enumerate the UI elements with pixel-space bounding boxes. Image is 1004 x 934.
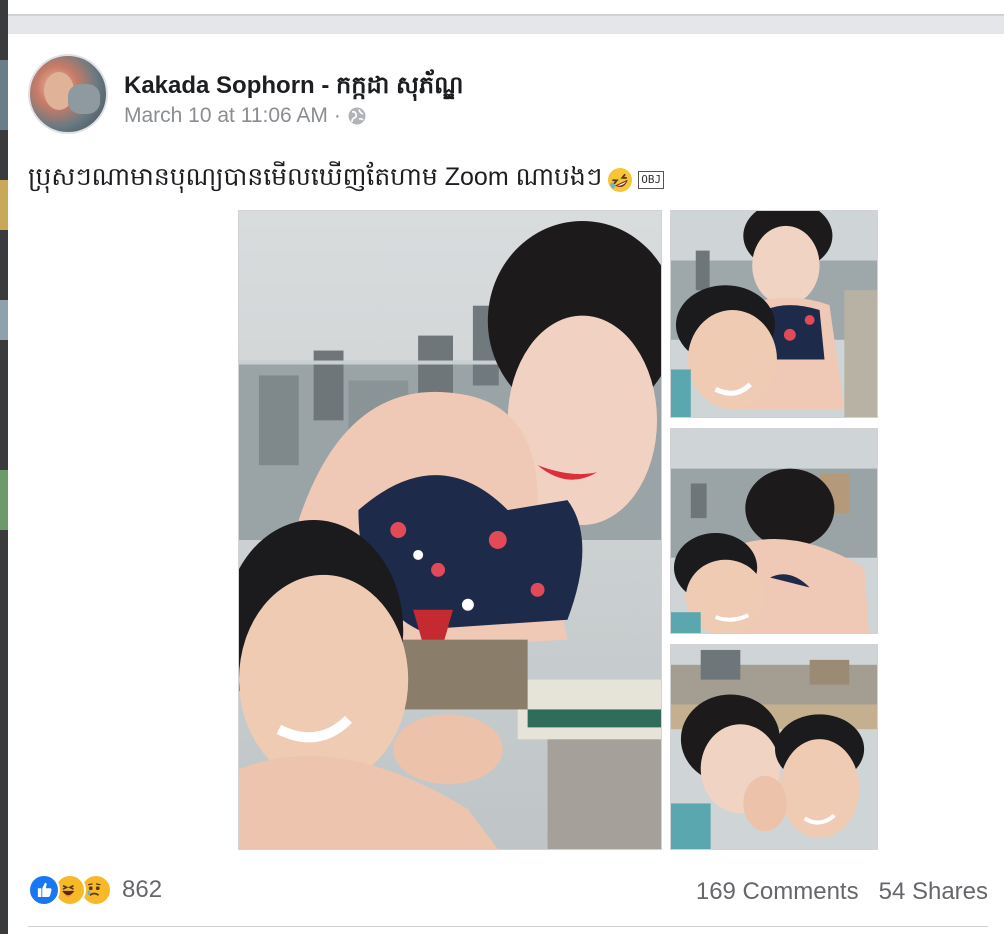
reaction-count[interactable]: 862 (122, 876, 162, 904)
post-text: ប្រុសៗណាមានបុណ្យបានមើលឃើញតែហាម Zoom ណាបង… (28, 162, 665, 198)
thumbnail-3[interactable] (670, 644, 878, 850)
author-name[interactable]: Kakada Sophorn - កក្កដា សុភ័ណ្ឌ (124, 70, 463, 105)
object-replacement-glyph: OBJ (638, 171, 665, 189)
thumbnail-1[interactable] (670, 210, 878, 418)
post-footer: 862 169 Comments 54 Shares (28, 870, 988, 910)
rolling-on-floor-laughing-icon (606, 166, 634, 194)
post-card: Kakada Sophorn - កក្កដា សុភ័ណ្ឌ March 10… (8, 34, 1004, 934)
post-stats: 169 Comments 54 Shares (696, 878, 988, 906)
meta-separator: · (333, 104, 341, 127)
globe-icon[interactable] (347, 106, 367, 126)
post-text-body: ប្រុសៗណាមានបុណ្យបានមើលឃើញតែហាម Zoom ណាបង… (28, 163, 603, 191)
comments-count-link[interactable]: 169 Comments (696, 878, 859, 906)
top-divider (8, 0, 1004, 34)
post-meta: March 10 at 11:06 AM · (124, 104, 367, 128)
thumbnail-2[interactable] (670, 428, 878, 634)
like-icon (28, 874, 60, 906)
shares-count-link[interactable]: 54 Shares (879, 878, 988, 906)
avatar[interactable] (28, 54, 108, 134)
reactions-summary[interactable]: 862 (28, 874, 162, 906)
main-photo[interactable] (238, 210, 662, 850)
post-timestamp[interactable]: March 10 at 11:06 AM (124, 104, 328, 128)
left-edge-strip (0, 0, 8, 934)
footer-divider (28, 926, 988, 927)
